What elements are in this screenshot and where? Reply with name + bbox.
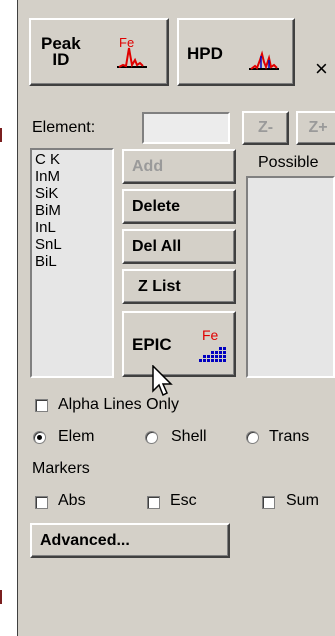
elem-radio[interactable] <box>33 431 46 444</box>
possible-label: Possible <box>258 154 319 171</box>
shell-radio[interactable] <box>145 431 158 444</box>
left-edge-mark <box>0 128 2 142</box>
mouse-cursor-icon <box>152 365 173 397</box>
abs-checkbox[interactable] <box>35 496 48 509</box>
list-item[interactable]: InM <box>35 169 60 185</box>
element-list[interactable]: C K InM SiK BiM InL SnL BiL <box>30 148 114 378</box>
list-item[interactable]: SnL <box>35 237 62 253</box>
del-all-button[interactable]: Del All <box>122 229 236 264</box>
peak-id-button[interactable]: Peak ID Fe <box>29 18 169 86</box>
epic-icon-text: Fe <box>202 327 219 343</box>
abs-label: Abs <box>58 492 86 509</box>
spectrum-icon <box>117 47 147 68</box>
esc-checkbox[interactable] <box>147 496 160 509</box>
hpd-label: HPD <box>187 44 223 63</box>
close-icon[interactable]: × <box>315 56 328 82</box>
advanced-button[interactable]: Advanced... <box>30 523 230 558</box>
shell-radio-label: Shell <box>171 428 207 445</box>
alpha-lines-only-label: Alpha Lines Only <box>58 396 179 413</box>
list-item[interactable]: BiL <box>35 254 57 270</box>
trans-radio-label: Trans <box>269 428 310 445</box>
sum-checkbox[interactable] <box>262 496 275 509</box>
hpd-button[interactable]: HPD <box>177 18 295 86</box>
z-minus-button[interactable]: Z- <box>242 111 289 145</box>
left-edge-mark <box>0 590 2 604</box>
alpha-lines-only-checkbox[interactable] <box>35 399 48 412</box>
trans-radio[interactable] <box>246 431 259 444</box>
peak-id-label-2: ID <box>52 50 70 69</box>
z-plus-button[interactable]: Z+ <box>296 111 335 145</box>
possible-list[interactable] <box>246 176 335 378</box>
add-button[interactable]: Add <box>122 149 236 184</box>
spectrum-icon <box>249 50 279 70</box>
esc-label: Esc <box>170 492 197 509</box>
elem-radio-label: Elem <box>58 428 95 445</box>
sum-label: Sum <box>286 492 319 509</box>
epic-button[interactable]: EPIC Fe <box>122 311 236 377</box>
list-item[interactable]: BiM <box>35 203 61 219</box>
element-label: Element: <box>32 119 96 136</box>
periodic-table-icon <box>199 347 226 362</box>
delete-button[interactable]: Delete <box>122 189 236 224</box>
list-item[interactable]: SiK <box>35 186 58 202</box>
list-item[interactable]: C K <box>35 152 60 168</box>
markers-label: Markers <box>32 460 90 477</box>
element-input[interactable] <box>142 112 230 144</box>
list-item[interactable]: InL <box>35 220 56 236</box>
z-list-button[interactable]: Z List <box>122 269 236 304</box>
